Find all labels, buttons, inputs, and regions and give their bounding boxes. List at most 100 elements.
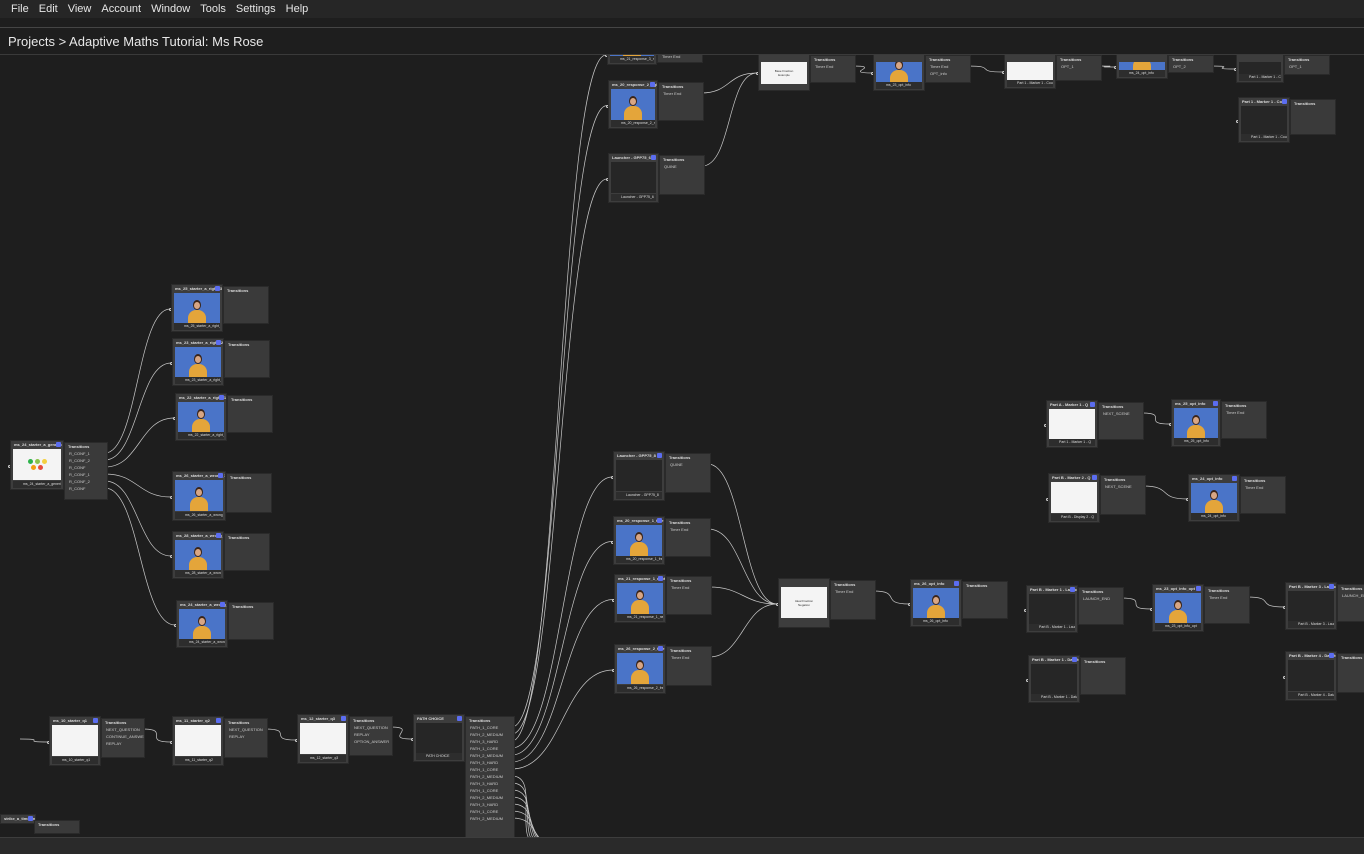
- transitions-panel[interactable]: TransitionsTimer End: [1221, 401, 1267, 439]
- transitions-panel[interactable]: Transitions Timer End OPT_info: [925, 55, 971, 83]
- scene-node-n6[interactable]: Part 1 - Marker 1 - Coun: [1004, 55, 1056, 89]
- transitions-panel[interactable]: TransitionsTimer End: [657, 55, 703, 63]
- transition-item[interactable]: LAUNCH_END: [1079, 595, 1123, 602]
- scene-node-n27[interactable]: Part B - Marker 1 - Launch Part B - Marke…: [1026, 585, 1078, 633]
- menu-window[interactable]: Window: [146, 3, 195, 15]
- transition-item[interactable]: QUINE: [660, 163, 704, 170]
- transitions-panel[interactable]: Transitions NEXT_QUESTION CONTINUE_ANSWER R…: [101, 718, 145, 758]
- transitions-panel[interactable]: Transitions R_CONF_1 R_CONF_2 R_CONF R_CONF_…: [64, 442, 108, 500]
- transition-item[interactable]: NEXT_QUESTION: [225, 726, 267, 733]
- transitions-panel[interactable]: Transitions: [962, 581, 1008, 619]
- scene-node-n28[interactable]: ms_23_opt_info_opt ms_23_opt_info_opt: [1152, 584, 1204, 632]
- transitions-panel[interactable]: TransitionsTimer End: [830, 580, 876, 620]
- transition-item[interactable]: NEXT_QUESTION: [102, 726, 144, 733]
- scene-node-n24[interactable]: ms_25_opt_info ms_25_opt_info: [1171, 399, 1221, 447]
- transition-item[interactable]: QUINE: [666, 461, 710, 468]
- transitions-panel[interactable]: Transitions: [227, 395, 273, 433]
- transition-item[interactable]: PATH_2_MEDIUM: [466, 773, 514, 780]
- menu-edit[interactable]: Edit: [34, 3, 63, 15]
- transitions-panel[interactable]: Transitions: [226, 473, 272, 513]
- transition-item[interactable]: Timer End: [658, 55, 702, 60]
- scene-node-n14[interactable]: ms_26_starter_a_wrong_1 ms_26_starter_a_w…: [172, 471, 226, 521]
- scene-node-n29[interactable]: Part B - Marker 3 - Launc Part B - Marker…: [1285, 582, 1337, 630]
- transition-item[interactable]: PATH_3_HARD: [466, 801, 514, 808]
- scene-node-n34[interactable]: ms_12_starter_q3 ms_12_starter_q3: [297, 714, 349, 764]
- scene-node-n15[interactable]: ms_28_starter_a_wrong_2 ms_28_starter_a_w…: [172, 531, 224, 579]
- transition-item[interactable]: LAUNCH_END: [1338, 592, 1364, 599]
- scene-node-n9[interactable]: Part 1 - Marker 1 - Coun Part 1 - Marker …: [1238, 97, 1290, 143]
- transition-item[interactable]: PATH_2_MEDIUM: [466, 794, 514, 801]
- transitions-panel[interactable]: Transitions: [228, 602, 274, 640]
- transitions-panel[interactable]: Transitions: [34, 820, 80, 834]
- transitions-panel[interactable]: Transitions OPT_1: [1056, 55, 1102, 81]
- transitions-panel[interactable]: Transitions: [1290, 99, 1336, 135]
- transitions-panel[interactable]: Transitions: [1337, 653, 1364, 693]
- transition-item[interactable]: REPLAY: [350, 731, 392, 738]
- transition-item[interactable]: NEXT_QUESTION: [350, 724, 392, 731]
- transitions-panel[interactable]: Transitions: [1080, 657, 1126, 695]
- transitions-panel[interactable]: TransitionsTimer End: [665, 518, 711, 557]
- transition-item[interactable]: PATH_1_CORE: [466, 745, 514, 752]
- scene-node-n19[interactable]: ms_21_response_1_next ms_21_response_1_ne…: [614, 574, 666, 623]
- scene-node-n2[interactable]: ms_20_response_2_right ms_20_response_2_r…: [608, 80, 658, 129]
- transitions-panel[interactable]: Transitions NEXT_SCENE: [1098, 402, 1144, 440]
- scene-node-n31[interactable]: Part B - Marker 4 - Data ts Part B - Mark…: [1285, 651, 1337, 701]
- scene-node-n25[interactable]: Part B - Marker 2 - Q Part B - Display 2 …: [1048, 473, 1100, 523]
- transition-item[interactable]: Timer End: [1222, 409, 1266, 416]
- transition-item[interactable]: NEXT_SCENE: [1101, 483, 1145, 490]
- scene-node-n17[interactable]: Launcher - GPP75_8 Launcher - GPP75_8: [613, 451, 665, 501]
- transitions-panel[interactable]: TransitionsTimer End: [658, 82, 704, 121]
- transition-item[interactable]: R_CONF: [65, 464, 107, 471]
- scene-node-n13[interactable]: ms_22_starter_a_right_1 ms_22_starter_a_r…: [175, 393, 227, 441]
- transition-item[interactable]: R_CONF_1: [65, 450, 107, 457]
- transition-item[interactable]: Timer End: [667, 654, 711, 661]
- transition-item[interactable]: REPLAY: [225, 733, 267, 740]
- transitions-panel[interactable]: Transitions NEXT_QUESTION REPLAY OPTION_ANS…: [349, 716, 393, 756]
- transition-item[interactable]: OPT_2: [1169, 63, 1213, 70]
- scene-node-n32[interactable]: ms_10_starter_q1 ms_10_starter_q1: [49, 716, 101, 766]
- transition-item[interactable]: PATH_1_CORE: [466, 766, 514, 773]
- menu-account[interactable]: Account: [96, 3, 146, 15]
- transitions-panel[interactable]: TransitionsTimer End: [1204, 586, 1250, 624]
- transition-item[interactable]: PATH_2_MEDIUM: [466, 815, 514, 822]
- scene-node-n11[interactable]: ms_25_starter_a_right_3 ms_25_starter_a_r…: [171, 284, 223, 332]
- transition-item[interactable]: PATH_1_CORE: [466, 724, 514, 731]
- scene-node-n10[interactable]: ms_24_starter_a_generic ms_24_starter_a_g…: [10, 440, 64, 490]
- transitions-panel[interactable]: TransitionsLAUNCH_END: [1337, 584, 1364, 622]
- transitions-panel[interactable]: Transitions PATH_1_CORE PATH_2_MEDIUM PATH_…: [465, 716, 515, 837]
- breadcrumb[interactable]: Projects > Adaptive Maths Tutorial: Ms R…: [8, 34, 263, 49]
- transitions-panel[interactable]: TransitionsTimer End: [1240, 476, 1286, 514]
- transition-item[interactable]: OPTION_ANSWER: [350, 738, 392, 745]
- transitions-panel[interactable]: Transitions OPT_2: [1168, 55, 1214, 73]
- transitions-panel[interactable]: TransitionsLAUNCH_END: [1078, 587, 1124, 625]
- scene-node-n7[interactable]: ms_24_opt_info: [1116, 55, 1168, 79]
- scene-node-n20[interactable]: ms_26_response_2_free ms_26_response_2_fr…: [614, 644, 666, 694]
- transitions-panel[interactable]: Transitions QUINE: [665, 453, 711, 493]
- transitions-panel[interactable]: Transitions: [223, 286, 269, 324]
- transition-item[interactable]: PATH_2_MEDIUM: [466, 752, 514, 759]
- scene-node-n33[interactable]: ms_11_starter_q2 ms_11_starter_q2: [172, 716, 224, 766]
- transition-item[interactable]: PATH_3_HARD: [466, 738, 514, 745]
- transition-item[interactable]: R_CONF: [65, 485, 107, 492]
- transition-item[interactable]: PATH_1_CORE: [466, 787, 514, 794]
- transition-item[interactable]: PATH_1_CORE: [466, 808, 514, 815]
- transitions-panel[interactable]: TransitionsTimer End: [666, 646, 712, 686]
- scene-node-n22[interactable]: ms_26_opt_info ms_26_opt_info: [910, 579, 962, 627]
- transition-item[interactable]: Timer End: [811, 63, 855, 70]
- scene-node-n30[interactable]: Part B - Marker 1 - Data ts Part B - Mark…: [1028, 655, 1080, 703]
- transition-item[interactable]: PATH_3_HARD: [466, 759, 514, 766]
- transition-item[interactable]: Timer End: [1205, 594, 1249, 601]
- scene-node-n23[interactable]: Part A - Marker 1 - Q Part 1 - Marker 1 -…: [1046, 400, 1098, 448]
- transition-item[interactable]: Timer End: [667, 584, 711, 591]
- transitions-panel[interactable]: Transitions NEXT_QUESTION REPLAY: [224, 718, 268, 758]
- transition-item[interactable]: R_CONF_2: [65, 457, 107, 464]
- scene-node-n1[interactable]: ms_21_response_3_resms_21_response_3_res: [607, 55, 657, 65]
- transition-item[interactable]: R_CONF_2: [65, 478, 107, 485]
- transitions-panel[interactable]: TransitionsTimer End: [666, 576, 712, 615]
- transitions-panel[interactable]: Transitions: [224, 340, 270, 378]
- transition-item[interactable]: REPLAY: [102, 740, 144, 747]
- scene-node-n4[interactable]: Base Fraction Example: [758, 55, 810, 91]
- transition-item[interactable]: OPT_1: [1057, 63, 1101, 70]
- transitions-panel[interactable]: Transitions: [224, 533, 270, 571]
- menu-settings[interactable]: Settings: [231, 3, 281, 15]
